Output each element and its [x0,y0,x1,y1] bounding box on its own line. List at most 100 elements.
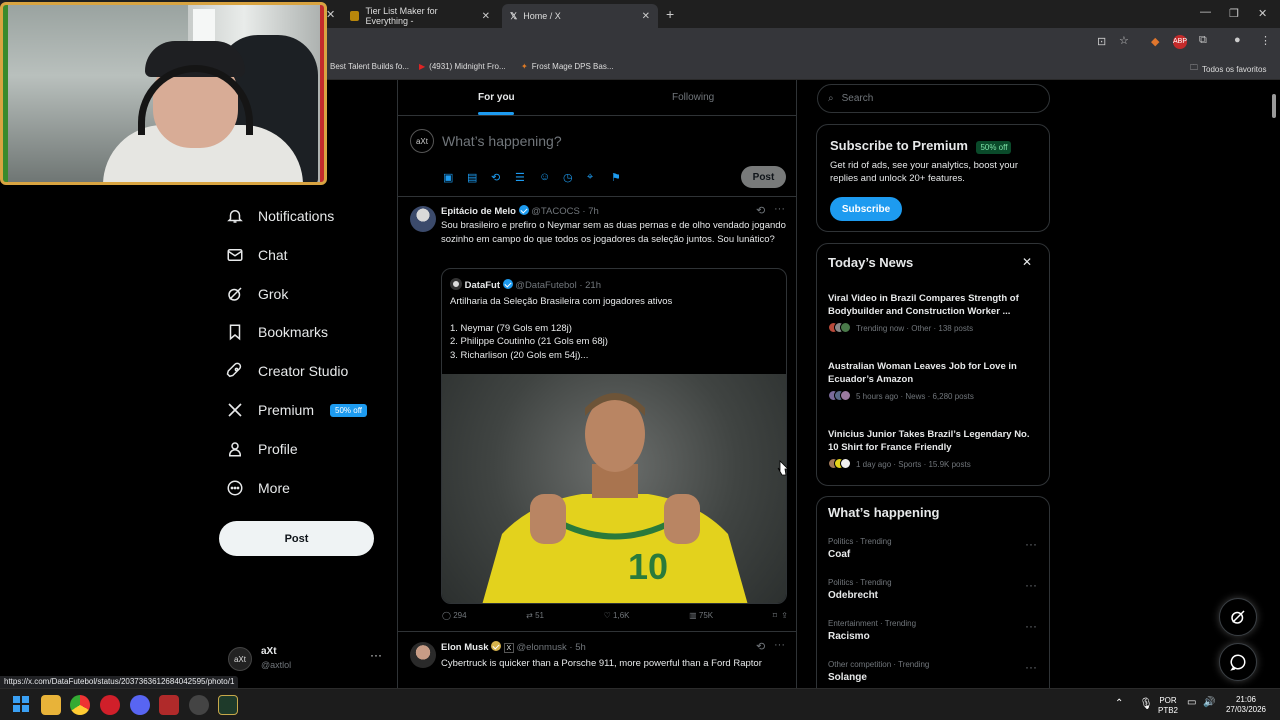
grok-float-button[interactable] [1219,598,1257,636]
person-icon [229,442,241,457]
tweet-time[interactable]: · 7h [582,206,598,217]
gif-icon[interactable]: ▤ [467,171,477,184]
quote-photo[interactable]: 10 [442,374,786,603]
nav-chat[interactable]: Chat [226,246,288,264]
bookmark-item[interactable]: ▶ (4931) Midnight Fro... [419,62,506,71]
tab-tier-list[interactable]: Tier List Maker for Everything - ✕ [342,4,498,28]
schedule-icon[interactable]: ◷ [563,171,573,184]
tab-for-you[interactable]: For you [478,92,515,103]
trend-more-icon[interactable]: ··· [1025,578,1037,592]
tweet-time[interactable]: · 5h [569,642,585,653]
grok-explain-icon[interactable]: ⟲ [756,205,765,219]
profile-icon[interactable]: ● [1234,34,1241,46]
file-explorer-icon[interactable] [41,695,61,715]
tweet-more-icon[interactable]: ··· [774,639,785,653]
discord-icon[interactable] [130,695,150,715]
menu-kebab-icon[interactable]: ⋮ [1260,34,1271,47]
app-icon[interactable] [189,695,209,715]
account-switcher[interactable]: aXt aXt @axtlol ··· [228,645,388,679]
post-button[interactable]: Post [219,521,374,556]
like-button[interactable]: ♡ 1,6K [604,609,630,623]
quoted-tweet[interactable]: DataFut @DataFutebol · 21h Artilharia da… [441,268,787,604]
grok-icon [1231,610,1245,624]
nav-profile[interactable]: Profile [226,440,298,458]
trend-category: Entertainment · Trending [828,619,917,628]
nav-grok[interactable]: Grok [226,285,288,303]
all-bookmarks[interactable]: 🗀 Todos os favoritos [1190,62,1266,76]
volume-icon[interactable]: 🔊 [1203,697,1215,708]
tweet-handle[interactable]: @TACOCS [531,206,580,217]
tweet-avatar[interactable] [410,206,436,232]
new-tab-icon[interactable]: + [666,6,674,22]
restore-icon[interactable]: ❐ [1229,7,1239,20]
extensions-icon[interactable]: ⧉ [1199,34,1207,47]
location-icon[interactable]: ⌖ [587,171,593,184]
x-logo-icon [228,403,242,417]
bookmark-tweet-button[interactable]: ⌑ ⇪ [773,609,788,623]
close-icon[interactable]: ✕ [1022,255,1032,269]
nav-more[interactable]: More [226,479,290,497]
trend-more-icon[interactable]: ··· [1025,537,1037,551]
repost-button[interactable]: ⇄ 51 [526,609,544,623]
news-item[interactable]: Viral Video in Brazil Compares Strength … [828,292,1040,335]
grok-compose-icon[interactable]: ⟲ [491,171,500,184]
composer-post-button[interactable]: Post [741,166,786,188]
reply-button[interactable]: ◯ 294 [442,609,467,623]
trend-item[interactable]: Other competition · Trending Solange [828,660,1040,683]
composer-input[interactable]: What’s happening? [442,133,562,149]
chat-float-button[interactable] [1219,643,1257,681]
install-icon[interactable]: ⊡ [1097,35,1106,48]
bookmark-item[interactable]: ✦ Frost Mage DPS Bas... [521,62,614,71]
extension-fox-icon[interactable]: ◆ [1151,35,1159,48]
app-icon[interactable] [218,695,238,715]
close-tab-icon[interactable]: ✕ [326,8,335,21]
nav-notifications[interactable]: Notifications [226,207,334,225]
views-button[interactable]: ▥ 75K [689,609,713,623]
minimize-icon[interactable]: — [1200,6,1211,18]
microphone-icon[interactable]: 🎙 [1139,697,1153,710]
tab-following[interactable]: Following [672,92,714,103]
trend-more-icon[interactable]: ··· [1025,619,1037,633]
image-icon[interactable]: ▣ [443,171,453,184]
language-indicator[interactable]: POR PTB2 [1157,696,1179,716]
trend-item[interactable]: Politics · Trending Odebrecht [828,578,1040,601]
tray-chevron-icon[interactable]: ⌃ [1115,698,1123,709]
search-input[interactable]: ⌕ Search [817,84,1050,113]
tweet-author-name[interactable]: Elon Musk [441,642,489,653]
windows-start-icon[interactable] [12,695,32,715]
flag-icon[interactable]: ⚑ [611,171,621,184]
clock[interactable]: 21:06 27/03/2026 [1222,695,1270,715]
trend-item[interactable]: Entertainment · Trending Racismo [828,619,1040,642]
poll-icon[interactable]: ☰ [515,171,525,184]
subscribe-button[interactable]: Subscribe [830,197,902,221]
close-tab-icon[interactable]: ✕ [642,11,650,22]
tweet[interactable]: Elon Musk X @elonmusk · 5h ⟲ ··· Cybertr… [398,633,796,688]
tweet-more-icon[interactable]: ··· [774,203,785,217]
bookmark-item[interactable]: Best Talent Builds fo... [330,62,409,71]
scrollbar-thumb[interactable] [1272,94,1276,118]
news-item[interactable]: Vinicius Junior Takes Brazil’s Legendary… [828,428,1040,471]
network-icon[interactable]: ▭ [1187,697,1196,708]
app-icon[interactable] [159,695,179,715]
tweet-avatar[interactable] [410,642,436,668]
tweet-author-name[interactable]: Epitácio de Melo [441,206,516,217]
opera-icon[interactable] [100,695,120,715]
account-more-icon[interactable]: ··· [370,648,382,662]
trend-more-icon[interactable]: ··· [1025,660,1037,674]
tweet-handle[interactable]: @elonmusk [516,642,566,653]
grok-explain-icon[interactable]: ⟲ [756,641,765,655]
trend-item[interactable]: Politics · Trending Coaf [828,537,1040,560]
tab-home-x[interactable]: 𝕏 Home / X ✕ [502,4,658,28]
emoji-icon[interactable]: ☺ [539,171,550,183]
chrome-icon[interactable] [70,695,90,715]
nav-premium[interactable]: Premium 50% off [226,401,367,419]
adblock-icon[interactable]: ABP [1173,35,1187,49]
bookmark-star-icon[interactable]: ☆ [1119,34,1129,47]
nav-bookmarks[interactable]: Bookmarks [226,323,328,341]
close-tab-icon[interactable]: ✕ [482,11,490,22]
tweet[interactable]: Epitácio de Melo @TACOCS · 7h ⟲ ··· Sou … [398,198,796,632]
window-close-icon[interactable]: ✕ [1258,7,1267,20]
news-item[interactable]: Australian Woman Leaves Job for Love in … [828,360,1040,403]
page-scrollbar[interactable] [1270,82,1278,686]
nav-creator-studio[interactable]: Creator Studio [226,362,348,380]
